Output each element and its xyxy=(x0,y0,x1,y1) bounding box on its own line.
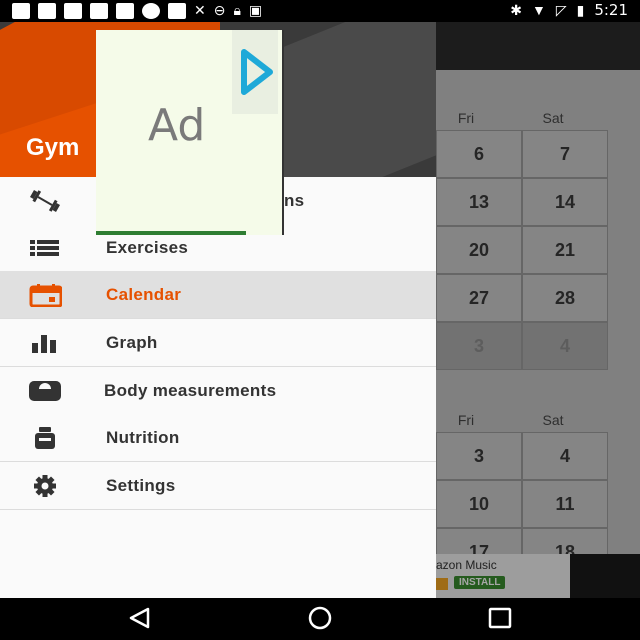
drawer-item-label: ns xyxy=(284,190,305,210)
jar-icon xyxy=(28,426,62,450)
system-nav-bar xyxy=(0,598,640,640)
lock-icon: 🔒︎ xyxy=(233,2,241,18)
drawer-item-label: Nutrition xyxy=(106,427,180,447)
drawer-item-settings[interactable]: Settings xyxy=(0,462,436,509)
ad-banner-image xyxy=(570,554,640,598)
list-icon xyxy=(28,236,62,260)
dumbbell-icon xyxy=(28,189,62,213)
battery-charging-icon: ▮ xyxy=(576,1,585,18)
bar-chart-icon xyxy=(28,331,62,355)
status-right-icons: ✱ ▼ ◸ ▮ 5:21 xyxy=(510,1,628,19)
calendar-icon xyxy=(28,283,62,307)
drawer-item-label: Exercises xyxy=(106,237,189,257)
tools-icon: ✕ xyxy=(194,2,206,18)
minus-circle-icon: ⊖ xyxy=(213,2,226,18)
back-button[interactable] xyxy=(126,606,154,635)
drawer-item-graph[interactable]: Graph xyxy=(0,319,436,366)
home-button[interactable] xyxy=(305,606,335,635)
recents-button[interactable] xyxy=(486,606,514,635)
android-icon: ▣ xyxy=(248,2,263,18)
drawer-item-nutrition[interactable]: Nutrition xyxy=(0,414,436,461)
bluetooth-icon: ✱ xyxy=(510,1,522,18)
ad-popup[interactable]: Ad xyxy=(96,30,284,235)
scale-icon xyxy=(28,379,62,403)
drawer-item-label: Settings xyxy=(106,475,176,495)
facebook-icon xyxy=(38,2,56,19)
banner-scrim xyxy=(436,554,570,598)
circle-icon xyxy=(142,2,160,19)
no-signal-icon: ◸ xyxy=(555,1,567,18)
ad-progress-bar xyxy=(96,231,246,235)
facebook-icon xyxy=(116,2,134,19)
ad-label: Ad xyxy=(148,100,206,151)
ad-play-icon[interactable] xyxy=(232,30,278,114)
drawer-item-label: Graph xyxy=(106,332,158,352)
status-time: 5:21 xyxy=(594,1,628,19)
gear-icon xyxy=(28,474,62,498)
chat-icon xyxy=(12,2,30,19)
facebook-icon xyxy=(64,2,82,19)
status-bar: ✕ ⊖ 🔒︎ ▣ ✱ ▼ ◸ ▮ 5:21 xyxy=(0,0,640,22)
drawer-item-body-measurements[interactable]: Body measurements xyxy=(0,367,436,414)
divider xyxy=(0,509,436,510)
app-title: Gym xyxy=(26,134,80,161)
facebook-icon xyxy=(90,2,108,19)
drawer-item-label: Calendar xyxy=(106,284,182,304)
status-left-icons: ✕ ⊖ 🔒︎ ▣ xyxy=(12,2,262,19)
drawer-item-label: Body measurements xyxy=(104,380,277,400)
facebook-icon xyxy=(168,2,186,19)
wifi-icon: ▼ xyxy=(531,2,546,18)
drawer-item-calendar[interactable]: Calendar xyxy=(0,271,436,318)
